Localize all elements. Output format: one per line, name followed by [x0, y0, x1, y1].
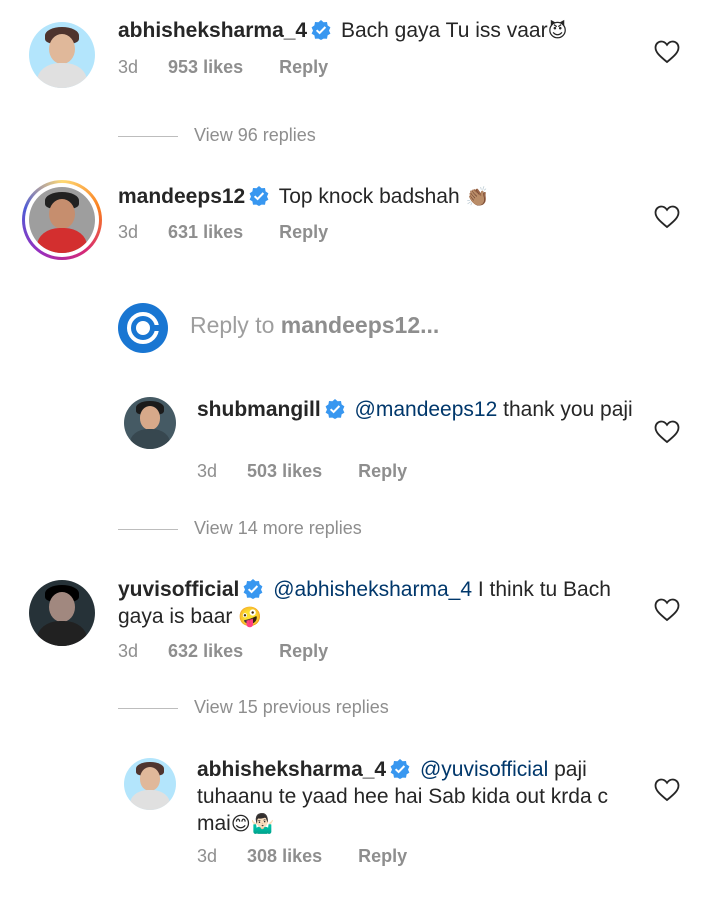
username[interactable]: shubmangill — [197, 398, 321, 421]
smile-shrug-emoji: 😊🤷🏻‍♂️ — [230, 813, 275, 835]
heart-outline-icon[interactable] — [654, 598, 680, 622]
divider-line — [118, 528, 178, 530]
reply-button[interactable]: Reply — [279, 221, 328, 243]
reply-button[interactable]: Reply — [358, 460, 407, 482]
mention-link[interactable]: @abhisheksharma_4 — [273, 578, 472, 601]
timestamp: 3d — [118, 641, 139, 661]
verified-badge-icon — [311, 20, 331, 40]
username[interactable]: abhisheksharma_4 — [118, 19, 307, 42]
comment-text: paji — [554, 758, 587, 781]
mention-link[interactable]: @yuvisofficial — [420, 758, 548, 781]
reply-button[interactable]: Reply — [279, 640, 328, 662]
verified-badge-icon — [390, 759, 410, 779]
zany-face-emoji: 🤪 — [238, 606, 262, 628]
clap-emoji: 👏🏽 — [465, 186, 490, 208]
divider-line — [118, 707, 178, 709]
view-more-replies-button[interactable]: View 14 more replies — [118, 518, 362, 539]
timestamp: 3d — [197, 461, 218, 481]
reply-placeholder: Reply to mandeeps12... — [190, 312, 440, 338]
comment-meta: 3d 953 likes Reply — [118, 56, 328, 78]
view-replies-label: View 96 replies — [194, 125, 316, 145]
comment-meta: 3d 631 likes Reply — [118, 221, 328, 243]
comment-text-end: mai — [197, 812, 231, 835]
view-replies-button[interactable]: View 96 replies — [118, 125, 316, 146]
verified-badge-icon — [249, 186, 269, 206]
avatar[interactable] — [29, 187, 95, 253]
view-replies-label: View 15 previous replies — [194, 697, 389, 717]
view-previous-replies-button[interactable]: View 15 previous replies — [118, 697, 389, 718]
current-user-avatar — [118, 303, 168, 353]
likes-count[interactable]: 308 likes — [247, 845, 322, 867]
verified-badge-icon — [243, 579, 263, 599]
comment-body: abhisheksharma_4 @yuvisofficial paji tuh… — [197, 756, 637, 838]
comment-text: thank you paji — [503, 398, 633, 421]
reply-button[interactable]: Reply — [358, 845, 407, 867]
profile-logo-icon — [127, 312, 159, 344]
comment-body: shubmangill @mandeeps12 thank you paji — [197, 396, 637, 423]
reply-button[interactable]: Reply — [279, 56, 328, 78]
likes-count[interactable]: 631 likes — [168, 221, 243, 243]
devil-emoji: 😈 — [547, 20, 568, 42]
comment-text: Bach gaya Tu iss vaar — [340, 19, 548, 42]
likes-count[interactable]: 632 likes — [168, 640, 243, 662]
comment-text: I think tu Bach — [477, 578, 611, 601]
comment-meta: 3d 503 likes Reply — [197, 460, 407, 482]
comment-meta: 3d 308 likes Reply — [197, 845, 407, 867]
heart-outline-icon[interactable] — [654, 778, 680, 802]
avatar[interactable] — [124, 758, 176, 810]
timestamp: 3d — [197, 846, 218, 866]
avatar[interactable] — [124, 397, 176, 449]
verified-badge-icon — [325, 399, 345, 419]
heart-outline-icon[interactable] — [654, 205, 680, 229]
timestamp: 3d — [118, 57, 139, 77]
username[interactable]: yuvisofficial — [118, 578, 239, 601]
comment-meta: 3d 632 likes Reply — [118, 640, 328, 662]
timestamp: 3d — [118, 222, 139, 242]
view-replies-label: View 14 more replies — [194, 518, 362, 538]
heart-outline-icon[interactable] — [654, 40, 680, 64]
reply-input[interactable]: Reply to mandeeps12... — [118, 300, 678, 353]
divider-line — [118, 135, 178, 137]
username[interactable]: mandeeps12 — [118, 185, 245, 208]
avatar[interactable] — [29, 22, 95, 88]
likes-count[interactable]: 503 likes — [247, 460, 322, 482]
comment-text-cont: tuhaanu te yaad hee hai Sab kida out krd… — [197, 785, 608, 808]
likes-count[interactable]: 953 likes — [168, 56, 243, 78]
comment-body: abhisheksharma_4 Bach gaya Tu iss vaar😈 — [118, 17, 638, 45]
username[interactable]: abhisheksharma_4 — [197, 758, 386, 781]
comment-body: mandeeps12 Top knock badshah 👏🏽 — [118, 183, 638, 211]
avatar[interactable] — [29, 580, 95, 646]
comment-body: yuvisofficial @abhisheksharma_4 I think … — [118, 576, 648, 631]
comment-text: Top knock badshah — [278, 185, 460, 208]
mention-link[interactable]: @mandeeps12 — [355, 398, 498, 421]
heart-outline-icon[interactable] — [654, 420, 680, 444]
comment-text-cont: gaya is baar — [118, 605, 233, 628]
